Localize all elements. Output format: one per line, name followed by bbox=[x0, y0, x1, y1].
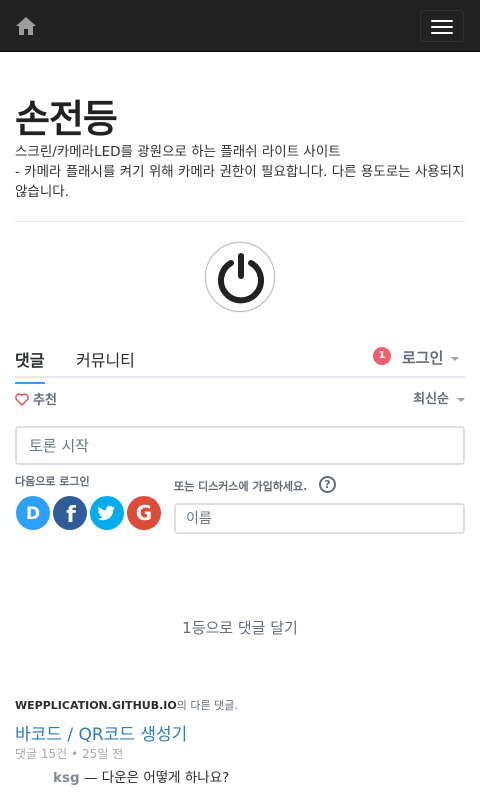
google-login-button[interactable]: G bbox=[127, 496, 161, 530]
divider bbox=[15, 221, 465, 222]
related-meta: 댓글 15건 • 25일 전 bbox=[15, 747, 124, 761]
signup-label: 또는 디스커스에 가입하세요. bbox=[174, 480, 308, 493]
twitter-icon bbox=[90, 496, 124, 530]
notification-badge[interactable]: 1 bbox=[373, 347, 391, 365]
disqus-icon: D bbox=[16, 496, 50, 530]
site-name[interactable]: WEPPLICATION.GITHUB.IO bbox=[15, 699, 177, 712]
svg-text:f: f bbox=[66, 503, 76, 528]
svg-text:D: D bbox=[26, 504, 40, 524]
description-line-1: 스크린/카메라LED를 광원으로 하는 플래쉬 라이트 사이트 bbox=[15, 144, 341, 160]
power-button[interactable] bbox=[205, 242, 275, 312]
caret-down-icon bbox=[451, 356, 460, 361]
facebook-login-button[interactable]: f bbox=[53, 496, 87, 530]
twitter-login-button[interactable] bbox=[90, 496, 124, 530]
power-icon bbox=[218, 253, 264, 304]
related-comment: ksg — 다운은 어떻게 하나요? bbox=[53, 770, 230, 786]
menu-toggle-button[interactable] bbox=[420, 10, 464, 42]
disqus-login-button[interactable]: D bbox=[16, 496, 50, 530]
first-comment-label: 1등으로 댓글 달기 bbox=[182, 619, 298, 637]
description-line-2: - 카메라 플래시를 켜기 위해 카메라 권한이 필요합니다. 다른 용도로는 … bbox=[15, 164, 465, 200]
tab-community[interactable]: 커뮤니티 bbox=[76, 347, 135, 371]
name-input[interactable] bbox=[174, 503, 465, 534]
hamburger-icon bbox=[431, 20, 453, 22]
tab-comments[interactable]: 댓글 bbox=[15, 347, 45, 384]
google-icon: G bbox=[127, 496, 161, 530]
svg-text:G: G bbox=[136, 501, 152, 525]
disqus-tabs: 댓글 커뮤니티 1 로그인 bbox=[15, 338, 465, 384]
page-description: 스크린/카메라LED를 광원으로 하는 플래쉬 라이트 사이트 - 카메라 플래… bbox=[15, 142, 470, 202]
caret-down-icon bbox=[457, 397, 465, 402]
home-icon[interactable] bbox=[14, 14, 38, 38]
heart-icon bbox=[15, 393, 29, 407]
login-with-label: 다음으로 로그인 bbox=[15, 475, 90, 488]
comment-author[interactable]: ksg bbox=[53, 770, 80, 786]
navbar bbox=[0, 0, 480, 52]
recommend-button[interactable]: 추천 bbox=[15, 389, 57, 408]
login-dropdown[interactable]: 로그인 bbox=[402, 347, 460, 368]
sort-dropdown[interactable]: 최신순 bbox=[413, 388, 465, 407]
facebook-icon: f bbox=[53, 496, 87, 530]
help-icon[interactable]: ? bbox=[319, 476, 336, 493]
also-on-heading: WEPPLICATION.GITHUB.IO의 다른 댓글. bbox=[15, 699, 238, 712]
related-discussion-link[interactable]: 바코드 / QR코드 생성기 bbox=[15, 720, 187, 745]
comment-input[interactable] bbox=[15, 426, 465, 465]
page-title: 손전등 bbox=[15, 97, 118, 141]
